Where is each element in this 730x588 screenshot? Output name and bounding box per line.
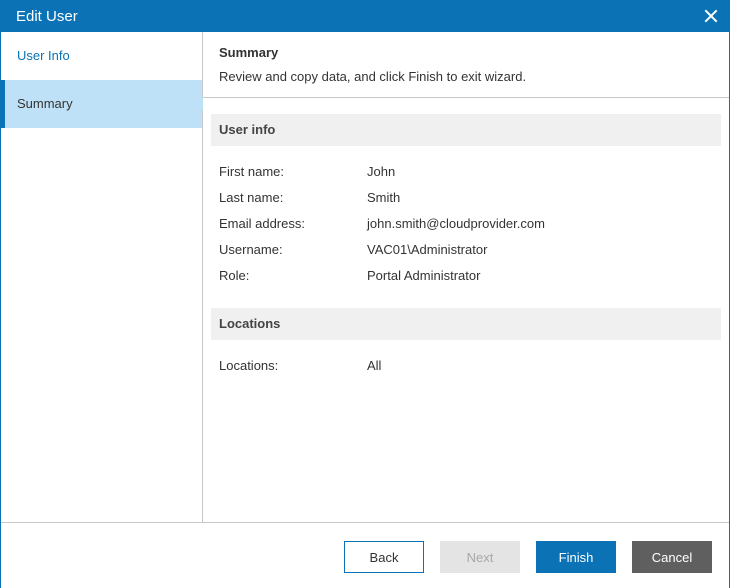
row-label: Role: — [219, 268, 250, 283]
title-bar: Edit User — [1, 1, 729, 32]
row-value: John — [367, 164, 396, 179]
summary-panel: Summary Review and copy data, and click … — [203, 32, 729, 522]
step-title: Summary — [219, 45, 279, 60]
row-label: Locations: — [219, 358, 279, 373]
active-step-indicator — [1, 80, 5, 128]
step-description: Review and copy data, and click Finish t… — [219, 69, 527, 84]
summary-row-last-name: Last name: Smith — [219, 190, 719, 210]
dialog-title: Edit User — [16, 8, 78, 25]
step-header: Summary Review and copy data, and click … — [203, 32, 729, 98]
row-label: First name: — [219, 164, 285, 179]
next-button[interactable]: Next — [440, 541, 520, 573]
row-label: Last name: — [219, 190, 284, 205]
row-value: Portal Administrator — [367, 268, 481, 283]
step-label: Summary — [17, 96, 73, 111]
row-value: VAC01\Administrator — [367, 242, 488, 257]
row-value: Smith — [367, 190, 401, 205]
summary-row-locations: Locations: All — [219, 358, 719, 378]
step-user-info[interactable]: User Info — [1, 32, 202, 80]
row-value: All — [367, 358, 382, 373]
user-info-section-header: User info — [211, 114, 721, 146]
section-title: User info — [219, 122, 276, 137]
summary-row-email: Email address: john.smith@cloudprovider.… — [219, 216, 719, 236]
row-value: john.smith@cloudprovider.com — [367, 216, 545, 231]
step-summary[interactable]: Summary — [1, 80, 209, 128]
row-label: Username: — [219, 242, 283, 257]
finish-button[interactable]: Finish — [536, 541, 616, 573]
edit-user-dialog: Edit User User Info Summary Summary Revi… — [0, 0, 730, 588]
button-bar: Back Next Finish Cancel — [1, 522, 729, 588]
wizard-steps: User Info Summary — [1, 32, 209, 522]
close-icon[interactable] — [701, 6, 721, 26]
section-title: Locations — [219, 316, 281, 331]
row-label: Email address: — [219, 216, 305, 231]
step-label: User Info — [17, 48, 70, 63]
summary-row-first-name: First name: John — [219, 164, 719, 184]
back-button[interactable]: Back — [344, 541, 424, 573]
cancel-button[interactable]: Cancel — [632, 541, 712, 573]
summary-row-role: Role: Portal Administrator — [219, 268, 719, 288]
summary-row-username: Username: VAC01\Administrator — [219, 242, 719, 262]
locations-section-header: Locations — [211, 308, 721, 340]
